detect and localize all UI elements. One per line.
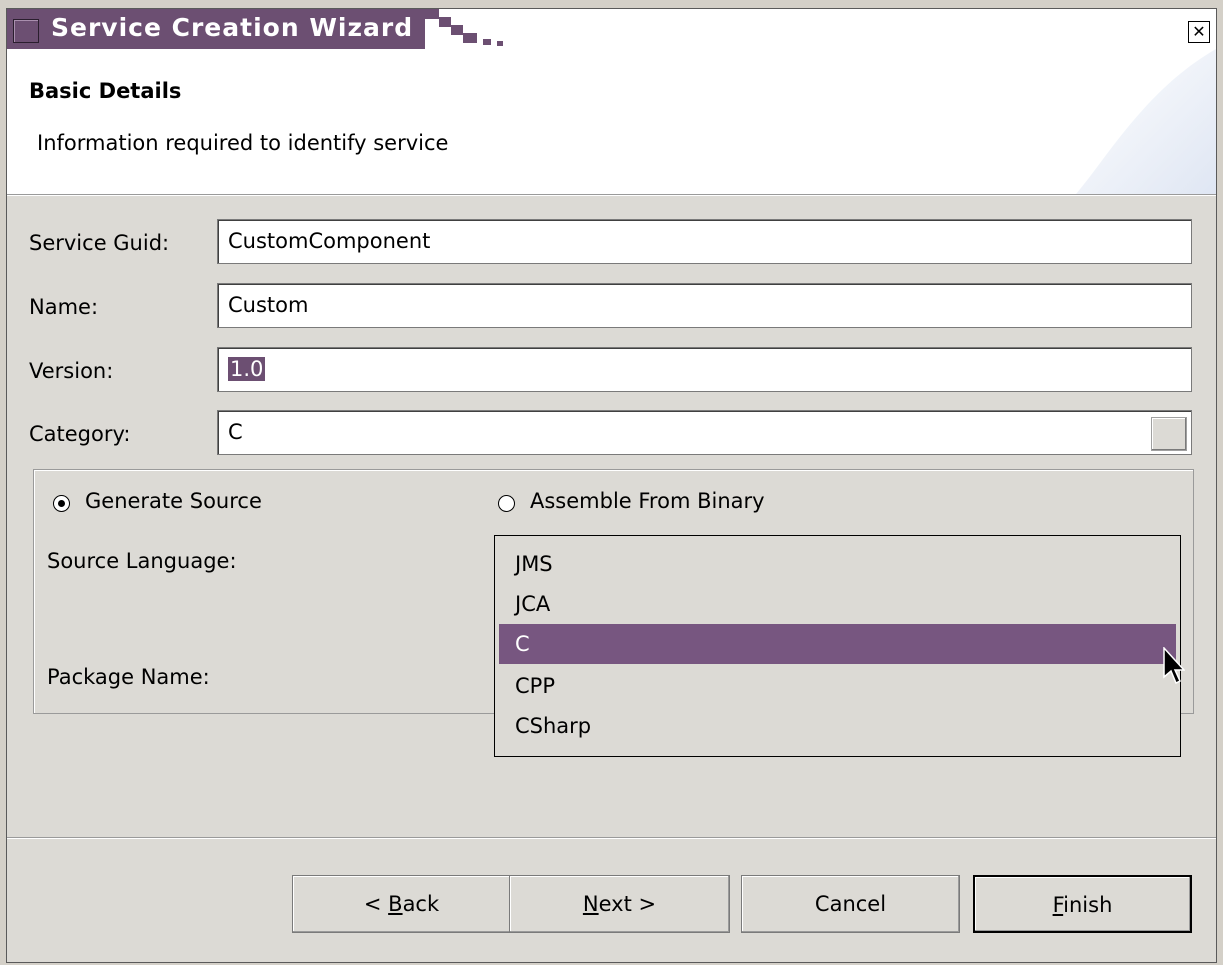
header-banner-graphic <box>1076 49 1216 194</box>
window-title: Service Creation Wizard <box>51 13 414 42</box>
next-button-rest: ext > <box>598 892 657 916</box>
title-tab-step <box>497 41 503 46</box>
category-value: C <box>228 420 243 444</box>
version-value-selected: 1.0 <box>228 357 266 381</box>
wizard-window: Service Creation Wizard ✕ Basic Details … <box>6 8 1217 963</box>
source-language-dropdown-list[interactable]: JMS JCA C CPP CSharp <box>494 535 1181 757</box>
service-guid-value: CustomComponent <box>228 229 431 253</box>
finish-button-mnemonic: F <box>1052 893 1064 917</box>
service-guid-input[interactable]: CustomComponent <box>217 219 1192 264</box>
version-label: Version: <box>29 359 114 383</box>
dropdown-option-cpp[interactable]: CPP <box>499 666 1176 706</box>
assemble-from-binary-label[interactable]: Assemble From Binary <box>530 489 765 513</box>
page-description: Information required to identify service <box>37 131 449 155</box>
title-tab-step <box>451 25 463 35</box>
source-language-label: Source Language: <box>47 549 237 573</box>
back-button-prefix: < <box>363 892 389 916</box>
back-button[interactable]: < Back <box>292 875 511 933</box>
cancel-button-label: Cancel <box>814 892 887 916</box>
footer-divider-highlight <box>7 838 1216 839</box>
back-button-rest: ack <box>402 892 440 916</box>
header-divider <box>7 195 1216 196</box>
category-combo[interactable]: C <box>217 410 1192 455</box>
close-button[interactable]: ✕ <box>1188 21 1210 43</box>
dropdown-option-csharp[interactable]: CSharp <box>499 706 1176 746</box>
name-value: Custom <box>228 293 309 317</box>
radio-selected-dot <box>58 500 65 507</box>
version-input[interactable]: 1.0 <box>217 347 1192 392</box>
name-label: Name: <box>29 295 99 319</box>
service-guid-label: Service Guid: <box>29 231 170 255</box>
title-tab-step <box>439 17 451 27</box>
title-tab-step <box>483 39 491 45</box>
dropdown-option-jca[interactable]: JCA <box>499 584 1176 624</box>
title-bar[interactable]: Service Creation Wizard ✕ <box>7 9 1216 49</box>
close-icon: ✕ <box>1192 22 1206 41</box>
name-input[interactable]: Custom <box>217 283 1192 328</box>
assemble-from-binary-radio[interactable] <box>498 495 515 512</box>
wizard-header: Basic Details Information required to id… <box>7 49 1216 195</box>
generate-source-radio[interactable] <box>53 495 70 512</box>
finish-button[interactable]: Finish <box>973 875 1192 933</box>
mouse-cursor-icon <box>1163 647 1185 685</box>
window-icon <box>13 19 39 43</box>
next-button-mnemonic: N <box>582 892 599 916</box>
category-label: Category: <box>29 422 131 446</box>
next-button[interactable]: Next > <box>509 875 730 933</box>
dropdown-option-c[interactable]: C <box>499 624 1176 664</box>
back-button-mnemonic: B <box>388 892 403 916</box>
category-dropdown-button[interactable] <box>1151 417 1187 451</box>
title-tab-step <box>425 9 439 19</box>
package-name-label: Package Name: <box>47 665 210 689</box>
title-tab-step <box>463 33 477 43</box>
generate-source-label[interactable]: Generate Source <box>85 489 262 513</box>
dropdown-option-jms[interactable]: JMS <box>499 544 1176 584</box>
page-title: Basic Details <box>29 79 182 103</box>
cancel-button[interactable]: Cancel <box>741 875 960 933</box>
finish-button-rest: inish <box>1063 893 1113 917</box>
